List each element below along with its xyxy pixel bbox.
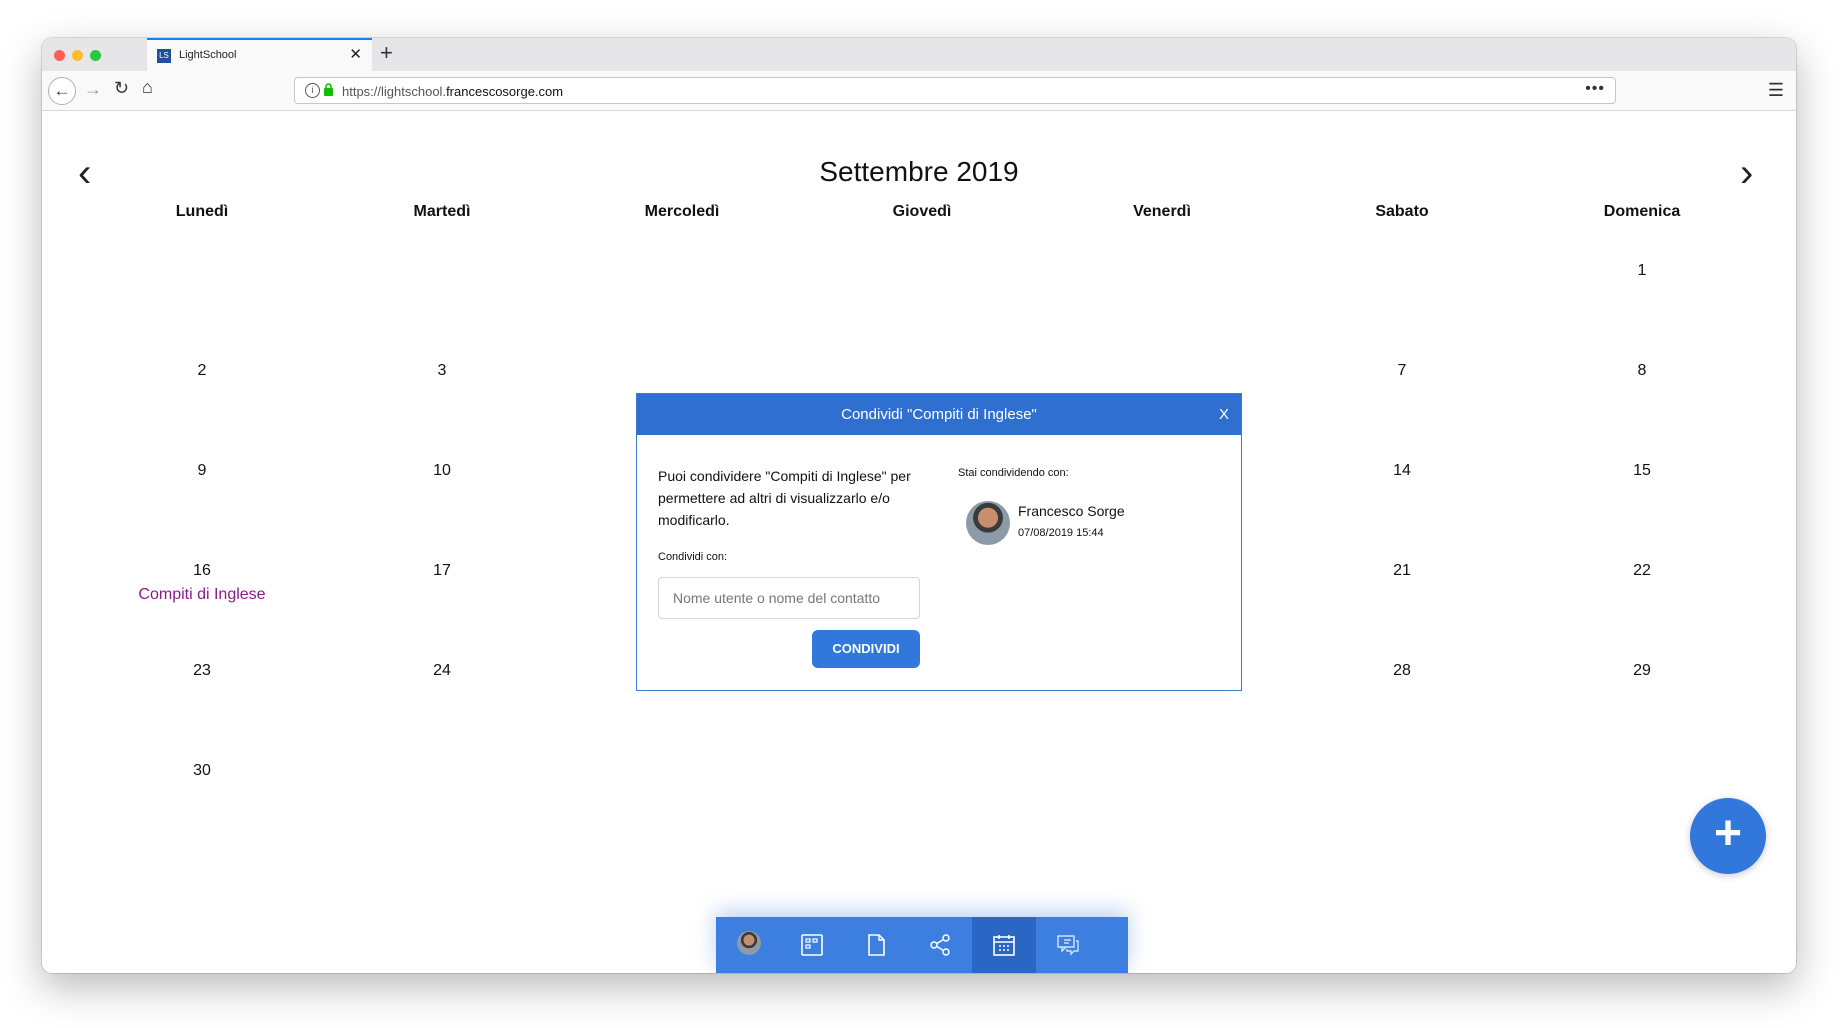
close-window-icon[interactable] bbox=[54, 50, 65, 61]
day-cell[interactable]: 10 bbox=[322, 462, 562, 480]
share-dialog: Condividi "Compiti di Inglese" X Puoi co… bbox=[636, 393, 1242, 691]
tab-title: LightSchool bbox=[179, 49, 237, 61]
sharer-date: 07/08/2019 15:44 bbox=[1018, 527, 1104, 539]
info-icon[interactable]: i bbox=[305, 83, 320, 98]
file-icon bbox=[868, 934, 885, 956]
sharer-name: Francesco Sorge bbox=[1018, 503, 1125, 519]
app-dock bbox=[716, 917, 1128, 973]
share-with-label: Condividi con: bbox=[658, 551, 728, 563]
sharer-avatar bbox=[966, 501, 1010, 545]
day-cell[interactable]: 9 bbox=[82, 462, 322, 480]
calendar-event[interactable]: Compiti di Inglese bbox=[82, 586, 322, 604]
chat-icon bbox=[1057, 935, 1079, 956]
weekday-header: Lunedì bbox=[175, 203, 229, 220]
url-domain: francescosorge.com bbox=[446, 84, 564, 99]
dock-files[interactable] bbox=[844, 917, 908, 973]
day-cell[interactable]: 3 bbox=[322, 362, 562, 380]
share-description: Puoi condividere "Compiti di Inglese" pe… bbox=[658, 468, 911, 528]
tab-lightschool[interactable]: LS LightSchool ✕ bbox=[147, 38, 372, 71]
tab-close-icon[interactable]: ✕ bbox=[349, 45, 362, 63]
weekday-header: Sabato bbox=[1375, 203, 1429, 220]
day-cell[interactable]: 29 bbox=[1522, 662, 1762, 680]
day-cell[interactable]: 2 bbox=[82, 362, 322, 380]
url-prefix: https://lightschool. bbox=[342, 84, 447, 99]
calendar-icon bbox=[993, 935, 1015, 956]
day-cell[interactable]: 15 bbox=[1522, 462, 1762, 480]
dock-calendar[interactable] bbox=[972, 917, 1036, 973]
day-cell[interactable]: 23 bbox=[82, 662, 322, 680]
tab-bar: LS LightSchool ✕ + bbox=[42, 38, 1796, 71]
weekday-header: Martedì bbox=[413, 203, 471, 220]
day-cell[interactable]: 22 bbox=[1522, 562, 1762, 580]
browser-window: LS LightSchool ✕ + ← → ↻ ⌂ i https://lig… bbox=[42, 38, 1796, 973]
share-button[interactable]: CONDIVIDI bbox=[812, 630, 920, 668]
lightschool-favicon-icon: LS bbox=[157, 49, 171, 63]
prev-month-icon[interactable]: ‹ bbox=[78, 151, 91, 196]
day-cell[interactable]: 21 bbox=[1282, 562, 1522, 580]
day-cell[interactable]: 1 bbox=[1522, 262, 1762, 280]
lock-icon bbox=[323, 83, 334, 99]
day-cell[interactable]: 16 bbox=[82, 562, 322, 580]
url-bar[interactable]: i https://lightschool.francescosorge.com… bbox=[294, 77, 1616, 104]
day-cell[interactable]: 30 bbox=[82, 762, 322, 780]
day-cell[interactable]: 28 bbox=[1282, 662, 1522, 680]
share-dialog-title: Condividi "Compiti di Inglese" bbox=[841, 406, 1037, 423]
next-month-icon[interactable]: › bbox=[1740, 151, 1753, 196]
page-actions-icon[interactable]: ••• bbox=[1585, 80, 1605, 98]
day-cell[interactable]: 17 bbox=[322, 562, 562, 580]
desktop-icon bbox=[801, 934, 823, 956]
sharing-with-label: Stai condividendo con: bbox=[958, 467, 1069, 479]
day-cell[interactable]: 7 bbox=[1282, 362, 1522, 380]
back-button[interactable]: ← bbox=[48, 77, 76, 105]
dock-profile[interactable] bbox=[716, 917, 780, 973]
maximize-window-icon[interactable] bbox=[90, 50, 101, 61]
share-dialog-close-button[interactable]: X bbox=[1219, 406, 1229, 423]
url-text: https://lightschool.francescosorge.com bbox=[342, 84, 563, 99]
navigation-bar: ← → ↻ ⌂ i https://lightschool.francescos… bbox=[42, 71, 1796, 111]
share-icon bbox=[930, 934, 950, 956]
dock-share[interactable] bbox=[908, 917, 972, 973]
share-dialog-header: Condividi "Compiti di Inglese" X bbox=[637, 394, 1241, 435]
weekday-header: Domenica bbox=[1603, 203, 1681, 220]
add-event-button[interactable]: + bbox=[1690, 798, 1766, 874]
reload-button[interactable]: ↻ bbox=[114, 79, 129, 97]
weekday-header: Giovedì bbox=[892, 203, 952, 220]
month-title: Settembre 2019 bbox=[819, 156, 1019, 187]
day-cell[interactable]: 24 bbox=[322, 662, 562, 680]
dock-desktop[interactable] bbox=[780, 917, 844, 973]
weekday-header: Venerdì bbox=[1133, 203, 1191, 220]
day-cell[interactable]: 8 bbox=[1522, 362, 1762, 380]
home-button[interactable]: ⌂ bbox=[142, 78, 153, 96]
weekday-header: Mercoledì bbox=[644, 203, 720, 220]
new-tab-button[interactable]: + bbox=[380, 40, 393, 66]
day-cell[interactable]: 14 bbox=[1282, 462, 1522, 480]
minimize-window-icon[interactable] bbox=[72, 50, 83, 61]
dock-messages[interactable] bbox=[1036, 917, 1100, 973]
contact-search-input[interactable] bbox=[658, 577, 920, 619]
forward-button[interactable]: → bbox=[84, 80, 102, 98]
menu-icon[interactable]: ☰ bbox=[1768, 80, 1784, 101]
avatar-icon bbox=[737, 931, 761, 955]
page-content: Settembre 2019 ‹ › Lunedì Martedì Mercoled… bbox=[42, 111, 1796, 973]
